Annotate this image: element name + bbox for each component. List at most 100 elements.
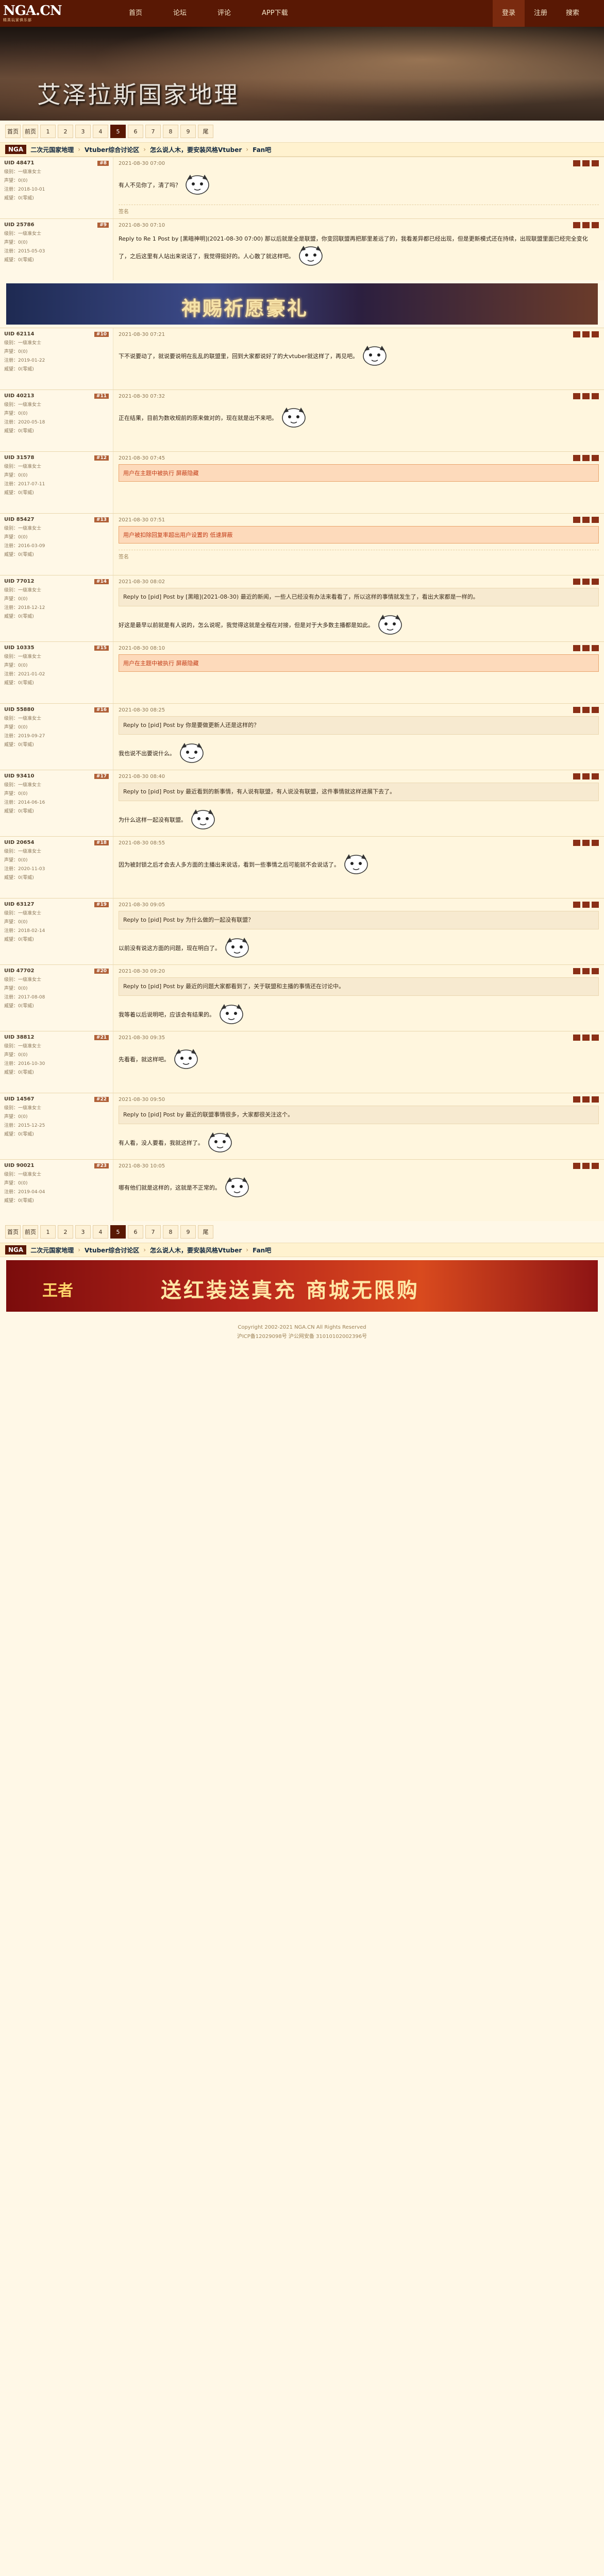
page-link[interactable]: 7 — [145, 1225, 161, 1239]
page-link[interactable]: 3 — [75, 125, 91, 138]
reply-icon[interactable] — [573, 579, 580, 585]
more-icon[interactable] — [592, 968, 599, 974]
reply-icon[interactable] — [573, 707, 580, 713]
page-link[interactable]: 8 — [163, 125, 178, 138]
quote-icon[interactable] — [582, 331, 590, 337]
page-link[interactable]: 3 — [75, 1225, 91, 1239]
author-uid[interactable]: UID 10335 — [4, 645, 34, 651]
page-link[interactable]: 4 — [93, 125, 108, 138]
more-icon[interactable] — [592, 222, 599, 228]
quote-icon[interactable] — [582, 517, 590, 523]
more-icon[interactable] — [592, 455, 599, 461]
page-link[interactable]: 前页 — [23, 125, 38, 138]
breadcrumb-item[interactable]: Vtuber综合讨论区 — [85, 145, 139, 154]
page-link[interactable]: 2 — [58, 125, 73, 138]
nav-app-download[interactable]: APP下载 — [246, 0, 304, 27]
author-uid[interactable]: UID 14567 — [4, 1096, 34, 1102]
more-icon[interactable] — [592, 773, 599, 779]
more-icon[interactable] — [592, 645, 599, 651]
quote-icon[interactable] — [582, 160, 590, 166]
quote-icon[interactable] — [582, 455, 590, 461]
page-link[interactable]: 首页 — [5, 125, 21, 138]
more-icon[interactable] — [592, 902, 599, 908]
author-uid[interactable]: UID 47702 — [4, 968, 34, 974]
breadcrumb-item[interactable]: Fan吧 — [253, 1246, 271, 1255]
login-link[interactable]: 登录 — [492, 0, 525, 27]
more-icon[interactable] — [592, 579, 599, 585]
quote-icon[interactable] — [582, 222, 590, 228]
ad-banner-top[interactable]: 神赐祈愿豪礼 — [6, 283, 598, 325]
page-link[interactable]: 9 — [180, 1225, 196, 1239]
page-link[interactable]: 前页 — [23, 1225, 38, 1239]
reply-icon[interactable] — [573, 160, 580, 166]
quote-icon[interactable] — [582, 902, 590, 908]
breadcrumb-item[interactable]: 二次元国家地理 — [30, 145, 74, 154]
reply-icon[interactable] — [573, 1035, 580, 1041]
more-icon[interactable] — [592, 1035, 599, 1041]
nav-forum[interactable]: 论坛 — [158, 0, 202, 27]
more-icon[interactable] — [592, 840, 599, 846]
reply-icon[interactable] — [573, 645, 580, 651]
nav-home[interactable]: 首页 — [113, 0, 158, 27]
page-link[interactable]: 9 — [180, 125, 196, 138]
quote-icon[interactable] — [582, 968, 590, 974]
author-uid[interactable]: UID 55880 — [4, 707, 34, 713]
author-uid[interactable]: UID 31578 — [4, 455, 34, 461]
page-link[interactable]: 6 — [128, 125, 143, 138]
quote-icon[interactable] — [582, 1163, 590, 1169]
page-link[interactable]: 5 — [110, 1225, 126, 1239]
more-icon[interactable] — [592, 393, 599, 399]
reply-icon[interactable] — [573, 393, 580, 399]
author-uid[interactable]: UID 63127 — [4, 902, 34, 907]
page-link[interactable]: 2 — [58, 1225, 73, 1239]
reply-icon[interactable] — [573, 455, 580, 461]
page-link[interactable]: 8 — [163, 1225, 178, 1239]
page-link[interactable]: 5 — [110, 125, 126, 138]
author-uid[interactable]: UID 48471 — [4, 160, 34, 166]
more-icon[interactable] — [592, 331, 599, 337]
author-uid[interactable]: UID 20654 — [4, 840, 34, 845]
breadcrumb-home[interactable]: NGA — [5, 145, 27, 154]
page-link[interactable]: 尾 — [198, 1225, 213, 1239]
reply-icon[interactable] — [573, 968, 580, 974]
ad-banner-bottom[interactable]: 王者 送红装送真充 商城无限购 — [6, 1260, 598, 1312]
author-uid[interactable]: UID 40213 — [4, 393, 34, 399]
author-uid[interactable]: UID 93410 — [4, 773, 34, 779]
reply-icon[interactable] — [573, 222, 580, 228]
breadcrumb-item[interactable]: Vtuber综合讨论区 — [85, 1246, 139, 1255]
quote-icon[interactable] — [582, 773, 590, 779]
page-link[interactable]: 6 — [128, 1225, 143, 1239]
author-uid[interactable]: UID 85427 — [4, 517, 34, 522]
author-uid[interactable]: UID 62114 — [4, 331, 34, 337]
quote-icon[interactable] — [582, 840, 590, 846]
reply-icon[interactable] — [573, 517, 580, 523]
breadcrumb-item[interactable]: 怎么说人木，要安装风格Vtuber — [150, 1246, 242, 1255]
reply-icon[interactable] — [573, 1163, 580, 1169]
quote-icon[interactable] — [582, 579, 590, 585]
reply-icon[interactable] — [573, 331, 580, 337]
nav-review[interactable]: 评论 — [202, 0, 246, 27]
page-link[interactable]: 1 — [40, 1225, 56, 1239]
more-icon[interactable] — [592, 1163, 599, 1169]
quote-icon[interactable] — [582, 1096, 590, 1103]
quote-icon[interactable] — [582, 645, 590, 651]
search-link[interactable]: 搜索 — [557, 0, 589, 27]
reply-icon[interactable] — [573, 840, 580, 846]
breadcrumb-item[interactable]: Fan吧 — [253, 145, 271, 154]
more-icon[interactable] — [592, 1096, 599, 1103]
register-link[interactable]: 注册 — [525, 0, 557, 27]
reply-icon[interactable] — [573, 902, 580, 908]
breadcrumb-home[interactable]: NGA — [5, 1245, 27, 1255]
page-link[interactable]: 4 — [93, 1225, 108, 1239]
page-link[interactable]: 首页 — [5, 1225, 21, 1239]
author-uid[interactable]: UID 90021 — [4, 1163, 34, 1168]
quote-icon[interactable] — [582, 707, 590, 713]
breadcrumb-item[interactable]: 怎么说人木，要安装风格Vtuber — [150, 145, 242, 154]
author-uid[interactable]: UID 77012 — [4, 579, 34, 584]
page-link[interactable]: 尾 — [198, 125, 213, 138]
author-uid[interactable]: UID 25786 — [4, 222, 34, 228]
reply-icon[interactable] — [573, 773, 580, 779]
page-link[interactable]: 7 — [145, 125, 161, 138]
more-icon[interactable] — [592, 707, 599, 713]
reply-icon[interactable] — [573, 1096, 580, 1103]
